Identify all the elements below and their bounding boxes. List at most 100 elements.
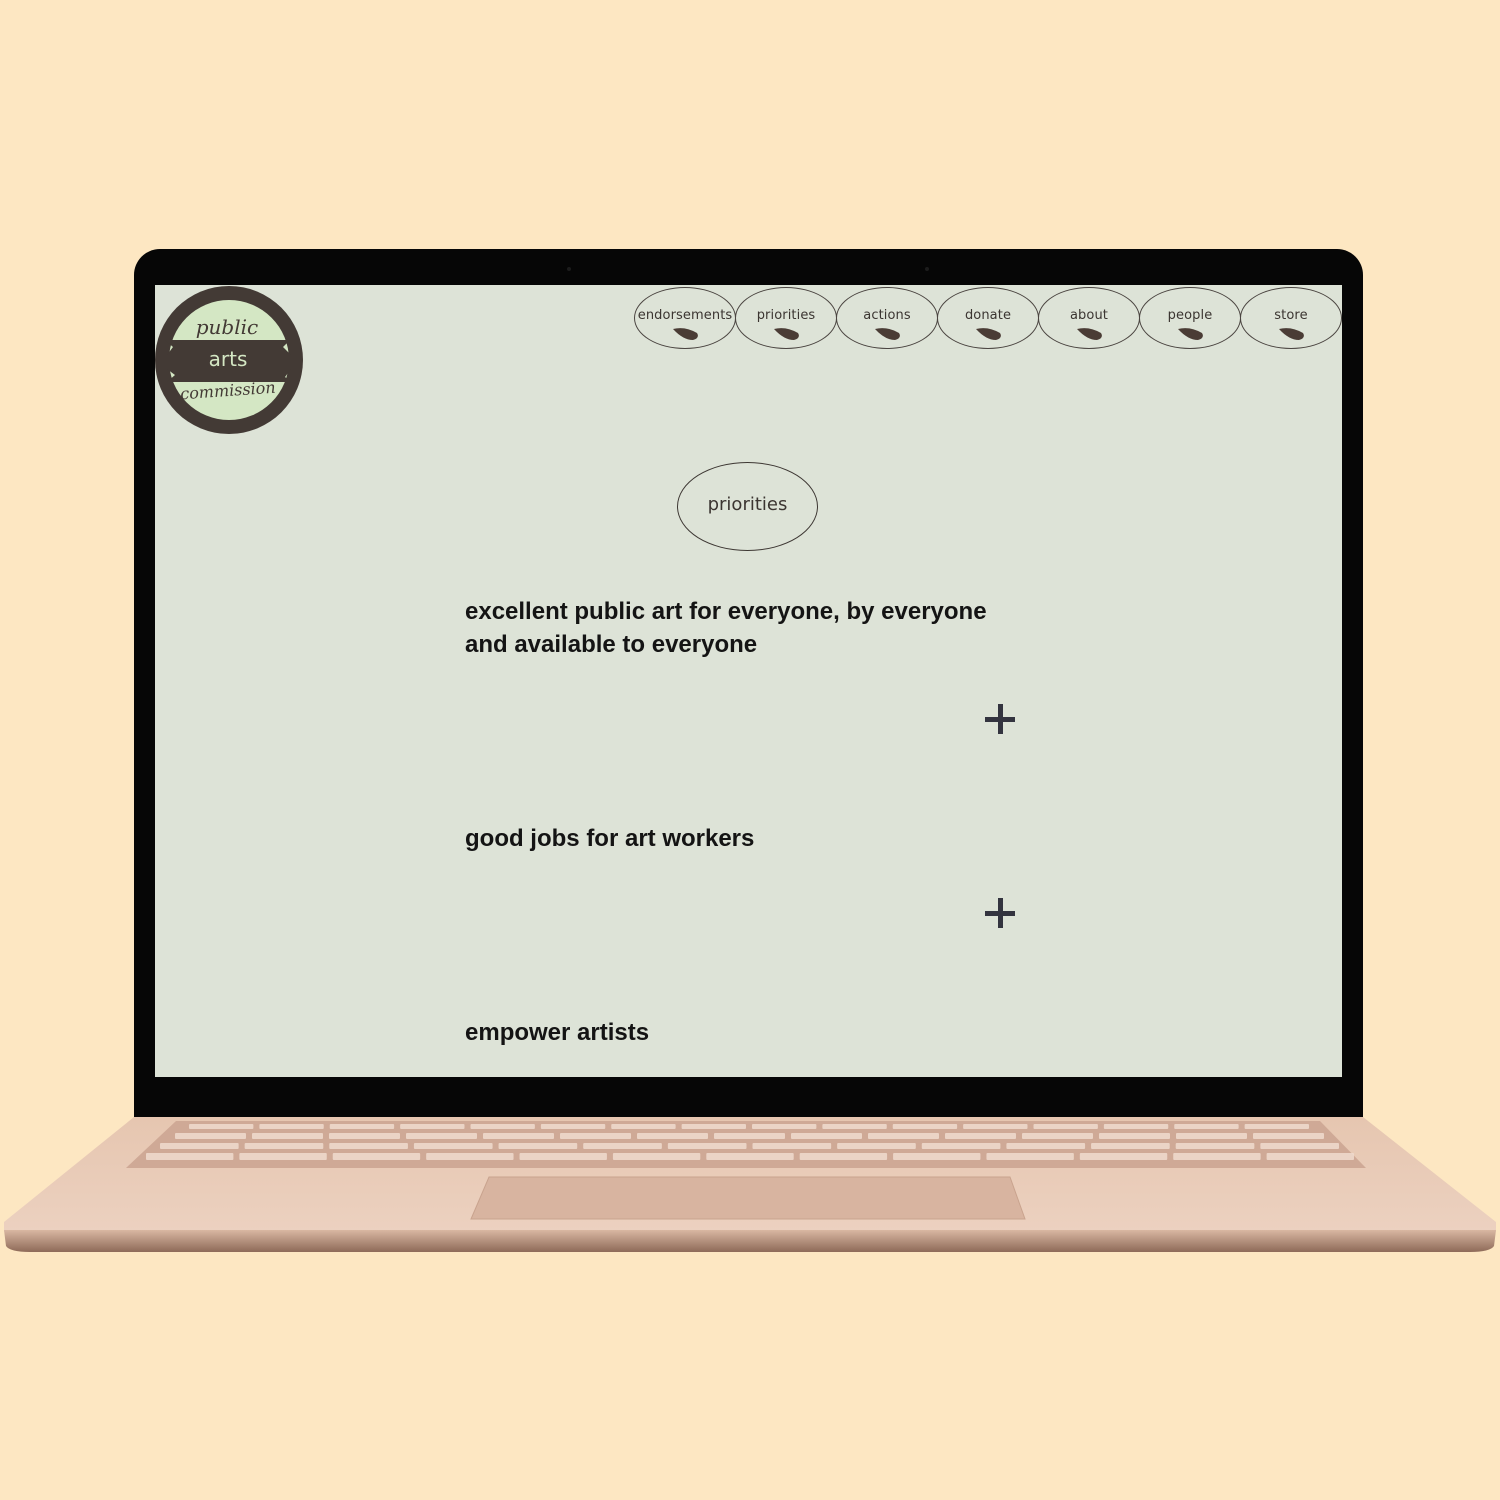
priority-title-line: good jobs for art workers [465, 825, 755, 852]
touchpad [470, 1176, 1026, 1220]
keyboard-key [1266, 1153, 1354, 1160]
keyboard-key [332, 1153, 421, 1160]
keyboard-key [498, 1143, 578, 1149]
logo-text-arts: arts [209, 347, 248, 371]
nav-item-donate[interactable]: donate [937, 287, 1039, 349]
keyboard-key [752, 1143, 832, 1149]
keyboard-key [329, 1143, 408, 1149]
leaf-icon [1077, 328, 1102, 340]
keyboard-key [483, 1133, 554, 1139]
keyboard-key [799, 1153, 888, 1160]
keyboard-key [667, 1143, 747, 1149]
page-title: priorities [677, 462, 818, 551]
sensor-icon [925, 267, 929, 271]
keyboard-key [239, 1153, 327, 1160]
keyboard-key [611, 1124, 676, 1129]
leaf-icon [1279, 328, 1304, 340]
keyboard-key [259, 1124, 324, 1129]
leaf-icon [673, 328, 698, 340]
priority-item-public-art: excellent public art for everyone, by ev… [465, 595, 1025, 661]
nav-item-label: people [1167, 308, 1213, 323]
nav-item-label: endorsements [637, 308, 733, 323]
leaf-icon [976, 328, 1001, 340]
keyboard-key [1253, 1133, 1324, 1139]
keyboard-key [1079, 1153, 1168, 1160]
keyboard-key [329, 1124, 395, 1129]
website-screen: public arts commission endorsements prio… [155, 285, 1342, 1077]
keyboard-key [822, 1124, 887, 1129]
keyboard-key [1244, 1124, 1309, 1129]
priority-item-good-jobs: good jobs for art workers [465, 822, 1025, 855]
camera-icon [567, 267, 571, 271]
front-edge [4, 1230, 1496, 1252]
keyboard-key [868, 1133, 939, 1139]
keyboard-key [252, 1133, 323, 1139]
keyboard-key [1174, 1124, 1239, 1129]
keyboard-key [406, 1133, 477, 1139]
keyboard-key [1006, 1143, 1086, 1149]
keyboard-key [1175, 1143, 1255, 1149]
keyboard-key [400, 1124, 465, 1129]
keyboard-key [329, 1133, 400, 1139]
keyboard-key [1033, 1124, 1098, 1129]
nav-item-label: store [1274, 308, 1308, 323]
page-title-label: priorities [707, 494, 788, 515]
nav-item-label: priorities [756, 308, 816, 323]
keyboard-key [583, 1143, 662, 1149]
keyboard-key [714, 1133, 785, 1139]
priority-title-line: empower artists [465, 1019, 650, 1046]
keyboard-key [892, 1124, 958, 1129]
keyboard-key [791, 1133, 862, 1139]
nav-item-about[interactable]: about [1038, 287, 1140, 349]
plus-icon[interactable] [985, 898, 1017, 930]
keyboard-key [945, 1133, 1016, 1139]
priority-title-line: excellent public art for everyone, by ev… [465, 598, 987, 625]
leaf-icon [1178, 328, 1203, 340]
keyboard-key [1176, 1133, 1247, 1139]
keyboard-key [519, 1153, 607, 1160]
nav-item-endorsements[interactable]: endorsements [634, 287, 736, 349]
keyboard-key [1103, 1124, 1169, 1129]
keyboard-key [1099, 1133, 1170, 1139]
nav-item-people[interactable]: people [1139, 287, 1241, 349]
keyboard-key [1091, 1143, 1170, 1149]
nav-item-priorities[interactable]: priorities [735, 287, 837, 349]
keyboard-key [189, 1124, 254, 1129]
keyboard-key [681, 1124, 746, 1129]
keyboard-key [426, 1153, 514, 1160]
keyboard-key [1260, 1143, 1339, 1149]
keyboard-key [175, 1133, 246, 1139]
nav-item-label: actions [863, 308, 911, 323]
leaf-icon [774, 328, 799, 340]
keyboard-key [470, 1124, 535, 1129]
site-logo[interactable]: public arts commission [155, 285, 305, 435]
keyboard-key [612, 1153, 701, 1160]
keyboard-key [637, 1133, 708, 1139]
keyboard-key [1022, 1133, 1093, 1139]
keyboard-key [706, 1153, 794, 1160]
keyboard-key [160, 1143, 239, 1149]
keyboard-key [893, 1153, 981, 1160]
keyboard-key [413, 1143, 493, 1149]
keyboard-key [752, 1124, 817, 1129]
keyboard-key [837, 1143, 916, 1149]
keyboard-key [560, 1133, 631, 1139]
keyboard-key [1173, 1153, 1261, 1160]
keyboard-key [540, 1124, 606, 1129]
priority-item-empower-artists: empower artists [465, 1016, 1025, 1049]
logo-text-public: public [196, 315, 258, 339]
keyboard-key [963, 1124, 1028, 1129]
nav-item-label: donate [964, 308, 1012, 323]
main-nav: endorsements priorities actions donate a… [634, 287, 1342, 351]
keyboard-key [244, 1143, 324, 1149]
leaf-icon [875, 328, 900, 340]
keyboard-key [921, 1143, 1001, 1149]
scene: public arts commission endorsements prio… [0, 0, 1500, 1500]
nav-item-label: about [1069, 308, 1108, 323]
priority-title-line: and available to everyone [465, 631, 758, 658]
keyboard-key [986, 1153, 1074, 1160]
keyboard-key [146, 1153, 234, 1160]
plus-icon[interactable] [985, 704, 1017, 736]
nav-item-actions[interactable]: actions [836, 287, 938, 349]
nav-item-store[interactable]: store [1240, 287, 1342, 349]
